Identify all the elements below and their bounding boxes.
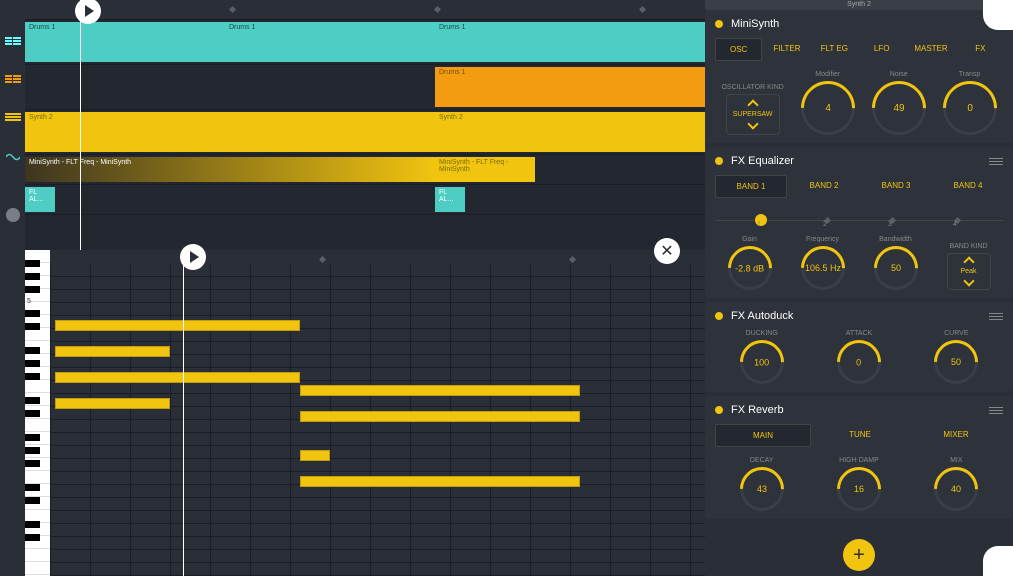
clip[interactable]: Synth 2: [435, 112, 705, 152]
tab-flteg[interactable]: FLT EG: [812, 38, 857, 61]
playhead[interactable]: [80, 0, 81, 250]
knob-frequency[interactable]: 106.5 Hz: [791, 237, 853, 299]
octave-label: 5: [27, 298, 31, 305]
piano-roll[interactable]: ✕ 5: [25, 250, 705, 576]
tool-pattern-orange[interactable]: [0, 66, 25, 96]
track-row[interactable]: FL AL... FL AL...: [25, 185, 705, 215]
midi-note[interactable]: [300, 385, 580, 396]
tool-wave[interactable]: [0, 142, 25, 172]
hamburger-icon[interactable]: [989, 313, 1003, 320]
track-row[interactable]: MiniSynth - FLT Freq - MiniSynth MiniSyn…: [25, 155, 705, 185]
midi-note[interactable]: [55, 398, 170, 409]
note-grid[interactable]: [50, 250, 705, 576]
midi-note[interactable]: [300, 411, 580, 422]
track-row[interactable]: Drums 1: [25, 65, 705, 110]
tab-band4[interactable]: BAND 4: [933, 175, 1003, 198]
left-panel: Drums 1 Drums 1 Drums 1 Drums 1 Synth 2 …: [0, 0, 705, 576]
automation-clip[interactable]: MiniSynth - FLT Freq - MiniSynth: [25, 157, 435, 182]
tab-band2[interactable]: BAND 2: [789, 175, 859, 198]
tab-mixer[interactable]: MIXER: [909, 424, 1003, 447]
arrangement-view[interactable]: Drums 1 Drums 1 Drums 1 Drums 1 Synth 2 …: [25, 0, 705, 250]
tool-piano[interactable]: [0, 104, 25, 134]
hamburger-icon[interactable]: [989, 158, 1003, 165]
knob-ducking[interactable]: 100: [731, 331, 793, 393]
timeline-ruler[interactable]: [25, 0, 705, 20]
knob-noise[interactable]: 49: [860, 70, 936, 146]
eq-slider-track[interactable]: 1 2 3 4: [715, 208, 1003, 228]
fx-panel: Synth 2 MiniSynth OSC FILTER FLT EG LFO …: [705, 0, 1013, 576]
power-toggle[interactable]: [715, 20, 723, 28]
module-title: FX Reverb: [731, 404, 981, 416]
tab-osc[interactable]: OSC: [715, 38, 762, 61]
power-toggle[interactable]: [715, 406, 723, 414]
clip[interactable]: Drums 1: [25, 22, 225, 62]
midi-note[interactable]: [300, 450, 330, 461]
track-row[interactable]: Drums 1 Drums 1 Drums 1: [25, 20, 705, 65]
knob-decay[interactable]: 43: [731, 458, 793, 520]
module-equalizer: FX Equalizer BAND 1 BAND 2 BAND 3 BAND 4…: [705, 147, 1013, 298]
oscillator-selector[interactable]: SUPERSAW: [726, 94, 780, 135]
piano-playhead[interactable]: [183, 250, 184, 576]
tab-band3[interactable]: BAND 3: [861, 175, 931, 198]
clip[interactable]: Synth 2: [25, 112, 435, 152]
expand-icon[interactable]: [983, 0, 1013, 30]
knob-attack[interactable]: 0: [828, 331, 890, 393]
piano-keys[interactable]: 5: [25, 250, 50, 576]
knob-mix[interactable]: 40: [925, 458, 987, 520]
knob-curve[interactable]: 50: [925, 331, 987, 393]
synth-tabs: OSC FILTER FLT EG LFO MASTER FX: [715, 38, 1003, 61]
chevron-down-icon[interactable]: [963, 275, 974, 286]
module-minisynth: MiniSynth OSC FILTER FLT EG LFO MASTER F…: [705, 10, 1013, 143]
chevron-up-icon[interactable]: [963, 256, 974, 267]
add-button[interactable]: +: [843, 539, 875, 571]
module-reverb: FX Reverb MAIN TUNE MIXER DECAY43 HIGH D…: [705, 396, 1013, 519]
knob-transp[interactable]: 0: [931, 70, 1007, 146]
tool-pattern-teal[interactable]: [0, 28, 25, 58]
tab-filter[interactable]: FILTER: [764, 38, 809, 61]
clip[interactable]: Drums 1: [435, 22, 705, 62]
module-title: FX Equalizer: [731, 155, 981, 167]
corner-menu-icon[interactable]: [983, 546, 1013, 576]
tab-master[interactable]: MASTER: [906, 38, 955, 61]
tab-fx[interactable]: FX: [958, 38, 1003, 61]
audio-clip[interactable]: FL AL...: [435, 187, 465, 212]
piano-ruler[interactable]: ✕: [50, 250, 705, 265]
tool-snap-icon[interactable]: [0, 200, 25, 230]
chevron-down-icon[interactable]: [747, 118, 758, 129]
band-kind-selector[interactable]: Peak: [947, 253, 991, 290]
eq-tabs: BAND 1 BAND 2 BAND 3 BAND 4: [715, 175, 1003, 198]
midi-note[interactable]: [55, 346, 170, 357]
module-title: MiniSynth: [731, 18, 981, 30]
tab-main[interactable]: MAIN: [715, 424, 811, 447]
module-autoduck: FX Autoduck DUCKING100 ATTACK0 CURVE50: [705, 302, 1013, 392]
panel-header: Synth 2: [705, 0, 1013, 10]
knob-bandwidth[interactable]: 50: [864, 237, 926, 299]
hamburger-icon[interactable]: [989, 407, 1003, 414]
midi-note[interactable]: [55, 320, 300, 331]
tool-sidebar: [0, 0, 25, 576]
tab-lfo[interactable]: LFO: [859, 38, 904, 61]
track-row[interactable]: Synth 2 Synth 2: [25, 110, 705, 155]
knob-highdamp[interactable]: 16: [828, 458, 890, 520]
power-toggle[interactable]: [715, 312, 723, 320]
knob-modifier[interactable]: 4: [790, 70, 866, 146]
reverb-tabs: MAIN TUNE MIXER: [715, 424, 1003, 447]
tab-band1[interactable]: BAND 1: [715, 175, 787, 198]
power-toggle[interactable]: [715, 157, 723, 165]
module-title: FX Autoduck: [731, 310, 981, 322]
knob-gain[interactable]: -2.8 dB: [718, 237, 780, 299]
chevron-up-icon[interactable]: [747, 99, 758, 110]
tab-tune[interactable]: TUNE: [813, 424, 907, 447]
knob-label: OSCILLATOR KIND: [721, 84, 783, 91]
audio-clip[interactable]: FL AL...: [25, 187, 55, 212]
close-button[interactable]: ✕: [654, 238, 680, 264]
clip[interactable]: Drums 1: [435, 67, 705, 107]
clip[interactable]: Drums 1: [225, 22, 435, 62]
midi-note[interactable]: [55, 372, 300, 383]
midi-note[interactable]: [300, 476, 580, 487]
automation-clip[interactable]: MiniSynth - FLT Freq - MiniSynth: [435, 157, 535, 182]
